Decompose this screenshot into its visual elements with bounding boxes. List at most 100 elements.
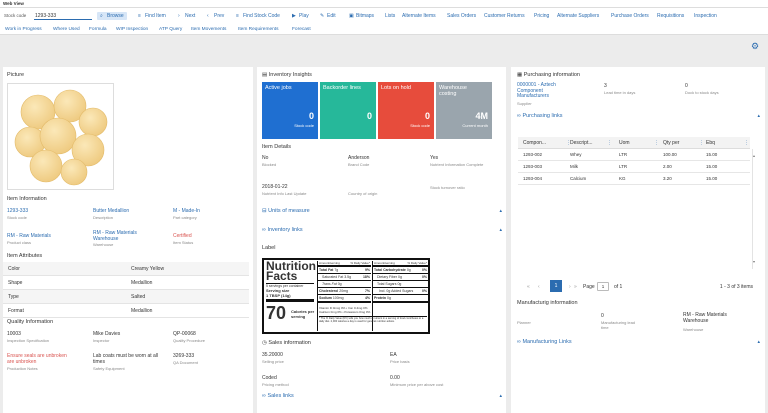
lots-on-hold-tile[interactable]: Lots on hold 0 Stock code bbox=[378, 82, 434, 139]
cell-description: Milk bbox=[570, 164, 578, 169]
brand-code-value: Anderson bbox=[348, 155, 370, 161]
column-header-qty-per[interactable]: Qty per bbox=[663, 140, 679, 146]
where-used-link[interactable]: Where Used bbox=[53, 27, 80, 32]
page-input[interactable]: 1 bbox=[597, 282, 609, 291]
grid-header: Compon... ⋮ Descript... ⋮ Uom ⋮ Qty per … bbox=[518, 137, 750, 149]
next-page-icon[interactable]: › bbox=[569, 284, 571, 290]
table-row[interactable]: 1293-004 Calcium KG 3.20 15.00 bbox=[518, 173, 750, 185]
warehouse-value[interactable]: RM - Raw Materials Warehouse bbox=[93, 230, 153, 242]
nutrient-row: Dietary Fiber 0g 0% bbox=[373, 274, 428, 281]
table-row[interactable]: 1293-003 Milk LTR 2.00 15.00 bbox=[518, 161, 750, 173]
safety-equipment-caption: Safety Equipment bbox=[93, 366, 125, 371]
inventory-links-section[interactable]: ∞ Inventory links ▴ bbox=[262, 227, 502, 235]
item-movements-link[interactable]: Item Movements bbox=[191, 27, 226, 32]
atp-query-link[interactable]: ATP Query bbox=[159, 27, 182, 32]
manufacturing-links-section[interactable]: ∞ Manufacturing Links ▴ bbox=[517, 339, 760, 347]
sales-links-section[interactable]: ∞ Sales links ▴ bbox=[262, 393, 502, 401]
backorder-lines-tile[interactable]: Backorder lines 0 bbox=[320, 82, 376, 139]
requisitions-button[interactable]: Requisitions bbox=[657, 13, 684, 19]
sales-information-title: ◷ Sales information bbox=[262, 340, 311, 346]
chevron-up-icon[interactable]: ▴ bbox=[499, 227, 502, 233]
tile-title: Backorder lines bbox=[323, 85, 361, 91]
description-value[interactable]: Butter Medallion bbox=[93, 208, 129, 214]
stock-code-input[interactable] bbox=[34, 12, 92, 20]
product-class-value[interactable]: RM - Raw Materials bbox=[7, 233, 51, 239]
formula-link[interactable]: Formula bbox=[89, 27, 107, 32]
chevron-up-icon[interactable]: ▴ bbox=[499, 208, 502, 214]
daily-value-header: % Daily Value* bbox=[407, 261, 427, 265]
units-of-measure-section[interactable]: ⊟ Units of measure ▴ bbox=[262, 208, 502, 216]
pricing-button[interactable]: Pricing bbox=[534, 13, 549, 19]
alternate-items-button[interactable]: Alternate Items bbox=[402, 13, 436, 19]
item-requirements-link[interactable]: Item Requirements bbox=[238, 27, 279, 32]
planner-caption: Planner bbox=[517, 320, 531, 325]
column-menu-icon[interactable]: ⋮ bbox=[699, 140, 704, 146]
brand-code-caption: Brand Code bbox=[348, 162, 370, 167]
item-information: 1293-333 Stock code Butter Medallion Des… bbox=[7, 208, 252, 248]
prev-page-icon[interactable]: ‹ bbox=[538, 284, 540, 290]
last-page-icon[interactable]: » bbox=[574, 284, 577, 290]
chevron-right-icon: › bbox=[178, 13, 180, 19]
browse-button[interactable]: ⌕ Browse bbox=[97, 12, 127, 20]
attribute-value: Salted bbox=[131, 294, 146, 300]
purchase-orders-button[interactable]: Purchase Orders bbox=[611, 13, 649, 19]
active-jobs-tile[interactable]: Active jobs 0 Stock code bbox=[262, 82, 318, 139]
column-header-description[interactable]: Descript... bbox=[570, 140, 593, 146]
sales-links-label: Sales links bbox=[267, 393, 294, 399]
chevron-up-icon[interactable]: ▴ bbox=[757, 113, 760, 119]
production-notes-value: Ensure seals are unbroken are unbroken bbox=[7, 353, 67, 365]
sales-information: 35.20000 Selling price EA Price basis Co… bbox=[262, 352, 502, 388]
mfg-warehouse-caption: Warehouse bbox=[683, 327, 704, 332]
customer-returns-button[interactable]: Customer Returns bbox=[484, 13, 525, 19]
nutrient-row: Total Fat 7g 9% bbox=[318, 267, 371, 274]
find-stock-code-button[interactable]: ≡ Find Stock Code bbox=[236, 13, 280, 19]
column-header-ebq[interactable]: Ebq bbox=[706, 140, 715, 146]
column-header-uom[interactable]: Uom bbox=[619, 140, 630, 146]
sales-orders-button[interactable]: Sales Orders bbox=[447, 13, 476, 19]
lists-button[interactable]: Lists bbox=[385, 13, 395, 19]
nutrient-complete-caption: Nutrient Information Complete bbox=[430, 162, 484, 167]
attribute-row: Color Creamy Yellow bbox=[3, 262, 249, 276]
grid-scrollbar[interactable]: ▴ ▾ bbox=[752, 149, 757, 269]
inspection-button[interactable]: Inspection bbox=[694, 13, 717, 19]
play-button[interactable]: ▶ Play bbox=[292, 13, 309, 19]
nutrient-amount: 20mg bbox=[339, 289, 349, 293]
column-menu-icon[interactable]: ⋮ bbox=[607, 140, 612, 146]
blocked-caption: Blocked bbox=[262, 162, 277, 167]
tile-number: 0 bbox=[308, 111, 314, 121]
next-button[interactable]: › Next bbox=[178, 13, 195, 19]
play-icon: ▶ bbox=[292, 13, 296, 19]
cell-description: Calcium bbox=[570, 176, 587, 181]
column-header-component[interactable]: Compon... bbox=[523, 140, 546, 146]
quality-information: 10003 Inspection Specification Mike Davi… bbox=[7, 331, 252, 376]
supplier-value[interactable]: 0000001 - Aztech Component Manufacturers bbox=[517, 82, 573, 100]
nutrient-name: Sodium bbox=[319, 296, 332, 300]
prev-button[interactable]: ‹ Prev bbox=[207, 13, 224, 19]
page-number-current[interactable]: 1 bbox=[550, 280, 562, 292]
table-row[interactable]: 1293-002 Whey LTR 100.00 15.00 bbox=[518, 149, 750, 161]
gear-icon[interactable]: ⚙ bbox=[751, 42, 760, 51]
first-page-icon[interactable]: « bbox=[527, 284, 530, 290]
purchasing-links-section[interactable]: ∞ Purchasing links ▴ bbox=[517, 113, 760, 121]
part-category-value[interactable]: M - Made-In bbox=[173, 208, 200, 214]
column-menu-icon[interactable]: ⋮ bbox=[654, 140, 659, 146]
item-information-title: Item Information bbox=[7, 196, 47, 202]
wip-inspection-link[interactable]: WIP Inspection bbox=[116, 27, 148, 32]
work-in-progress-link[interactable]: Work in Progress bbox=[5, 27, 42, 32]
alternate-suppliers-button[interactable]: Alternate Suppliers bbox=[557, 13, 599, 19]
find-item-button[interactable]: ≡ Find Item bbox=[138, 13, 166, 19]
nutrient-name: Total Carbohydrate bbox=[374, 268, 406, 272]
forecast-link[interactable]: Forecast bbox=[292, 27, 311, 32]
inspector-caption: Inspector bbox=[93, 338, 110, 343]
warehouse-costing-tile[interactable]: Warehouse costing 4M Current month bbox=[436, 82, 492, 139]
edit-button[interactable]: ✎ Edit bbox=[320, 13, 336, 19]
chevron-up-icon[interactable]: ▴ bbox=[753, 153, 755, 158]
bitmaps-button[interactable]: ▣ Bitmaps bbox=[349, 13, 374, 19]
chevron-up-icon[interactable]: ▴ bbox=[757, 339, 760, 345]
chevron-up-icon[interactable]: ▴ bbox=[499, 393, 502, 399]
purchasing-information-label: Purchasing information bbox=[523, 72, 580, 78]
tile-number: 0 bbox=[366, 111, 372, 121]
chevron-down-icon[interactable]: ▾ bbox=[753, 259, 755, 264]
column-menu-icon[interactable]: ⋮ bbox=[744, 140, 749, 146]
stock-code-value[interactable]: 1293-333 bbox=[7, 208, 28, 214]
